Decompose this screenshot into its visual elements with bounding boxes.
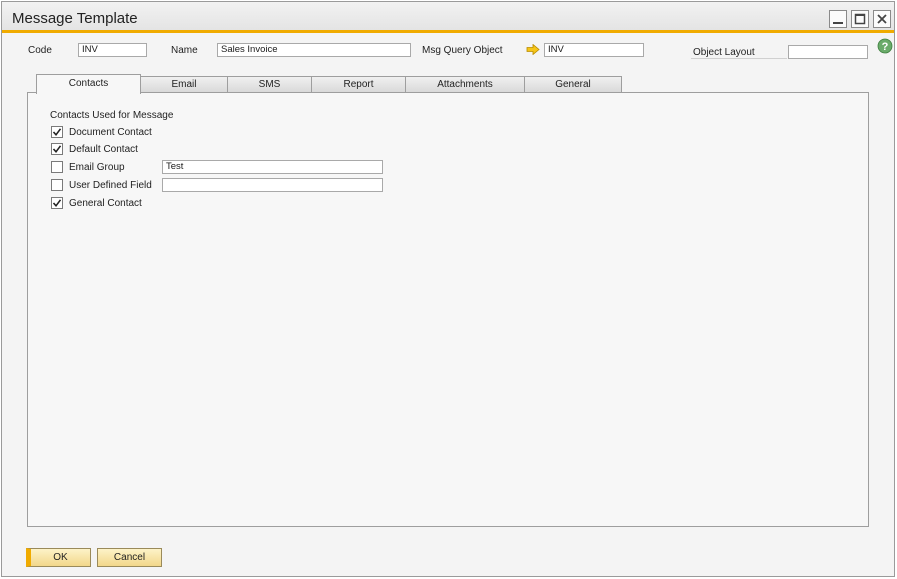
user-defined-field-option[interactable]: User Defined Field	[51, 178, 152, 192]
cancel-button[interactable]: Cancel	[97, 548, 162, 567]
general-contact-option[interactable]: General Contact	[51, 196, 142, 210]
checkmark-icon	[52, 199, 62, 208]
window-title: Message Template	[12, 10, 138, 27]
maximize-icon	[854, 13, 866, 25]
checkmark-icon	[52, 128, 62, 137]
maximize-button[interactable]	[851, 10, 869, 28]
document-contact-label: Document Contact	[69, 126, 152, 138]
object-layout-label: Object Layout	[693, 47, 755, 58]
link-arrow-icon[interactable]	[526, 44, 540, 55]
close-icon	[877, 14, 887, 24]
user-defined-field-label: User Defined Field	[69, 179, 152, 191]
ok-button[interactable]: OK	[26, 548, 91, 567]
default-contact-option[interactable]: Default Contact	[51, 142, 138, 156]
minimize-icon	[833, 22, 843, 24]
name-label: Name	[171, 45, 198, 56]
checkmark-icon	[52, 145, 62, 154]
title-bar[interactable]: Message Template	[2, 2, 894, 33]
tab-contacts[interactable]: Contacts	[36, 74, 141, 94]
contacts-tab-panel	[27, 92, 869, 527]
contacts-section-title: Contacts Used for Message	[50, 110, 174, 121]
tab-general[interactable]: General	[524, 76, 622, 93]
general-contact-checkbox[interactable]	[51, 197, 63, 209]
default-contact-checkbox[interactable]	[51, 143, 63, 155]
msg-query-object-label: Msg Query Object	[422, 45, 503, 56]
help-icon[interactable]: ?	[877, 38, 893, 54]
user-defined-field-input[interactable]	[162, 178, 383, 192]
general-contact-label: General Contact	[69, 197, 142, 209]
message-template-window: Message Template Code INV Name Sales Inv…	[1, 1, 895, 577]
email-group-checkbox[interactable]	[51, 161, 63, 173]
tab-report[interactable]: Report	[311, 76, 406, 93]
name-field[interactable]: Sales Invoice	[217, 43, 411, 57]
user-defined-field-checkbox[interactable]	[51, 179, 63, 191]
code-label: Code	[28, 45, 52, 56]
close-button[interactable]	[873, 10, 891, 28]
tab-sms[interactable]: SMS	[227, 76, 312, 93]
document-contact-checkbox[interactable]	[51, 126, 63, 138]
object-layout-field[interactable]	[788, 45, 868, 59]
email-group-option[interactable]: Email Group	[51, 160, 125, 174]
tab-attachments[interactable]: Attachments	[405, 76, 525, 93]
email-group-field[interactable]: Test	[162, 160, 383, 174]
object-layout-divider	[691, 58, 787, 59]
msg-query-object-field[interactable]: INV	[544, 43, 644, 57]
tab-email[interactable]: Email	[140, 76, 228, 93]
minimize-button[interactable]	[829, 10, 847, 28]
document-contact-option[interactable]: Document Contact	[51, 125, 152, 139]
default-contact-label: Default Contact	[69, 143, 138, 155]
email-group-label: Email Group	[69, 161, 125, 173]
code-field[interactable]: INV	[78, 43, 147, 57]
svg-text:?: ?	[882, 41, 889, 53]
